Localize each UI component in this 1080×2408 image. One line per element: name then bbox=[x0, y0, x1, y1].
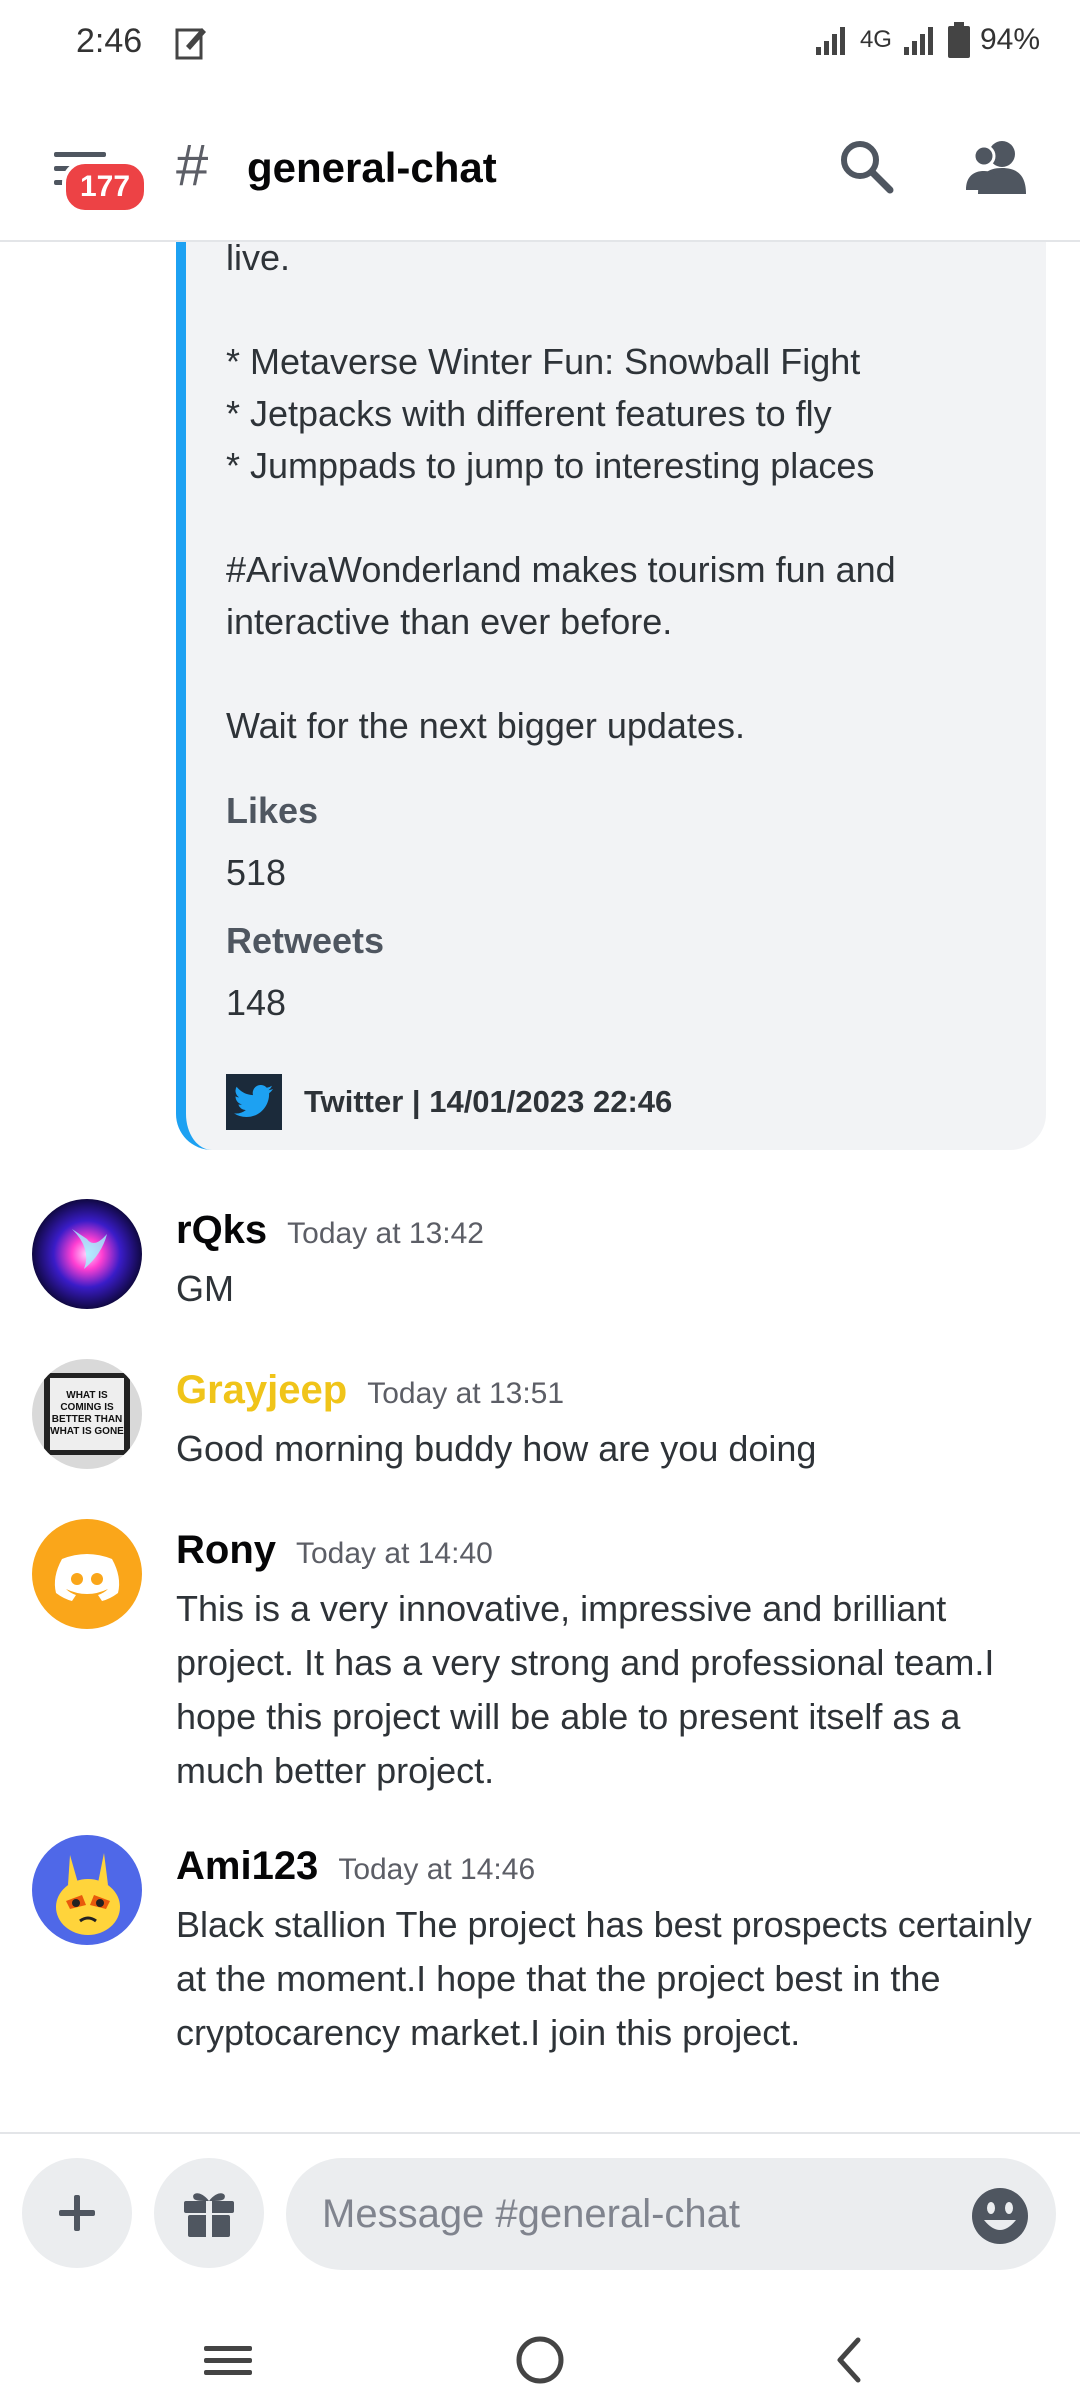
author-name[interactable]: Grayjeep bbox=[176, 1368, 347, 1413]
unread-badge: 177 bbox=[62, 160, 148, 214]
message: Rony Today at 14:40 This is a very innov… bbox=[0, 1519, 1080, 1791]
twitter-icon bbox=[226, 1074, 282, 1130]
home-icon[interactable] bbox=[510, 2330, 570, 2390]
hash-icon: # bbox=[176, 133, 209, 198]
embed-field-retweets-value: 148 bbox=[226, 982, 287, 1023]
message: Ami123 Today at 14:46 Black stallion The… bbox=[0, 1835, 1080, 2064]
embed-field-likes-value: 518 bbox=[226, 852, 287, 893]
message-text: GM bbox=[176, 1268, 234, 1309]
plus-icon bbox=[59, 2195, 95, 2231]
message-text: Black stallion The project has best pros… bbox=[176, 1904, 1032, 2053]
back-icon[interactable] bbox=[820, 2330, 880, 2390]
battery-icon bbox=[947, 22, 970, 58]
timestamp: Today at 13:51 bbox=[367, 1377, 565, 1410]
author-name[interactable]: Rony bbox=[176, 1528, 276, 1573]
avatar[interactable] bbox=[32, 1199, 142, 1309]
message-text: This is a very innovative, impressive an… bbox=[176, 1588, 995, 1791]
signal-icon bbox=[815, 27, 845, 55]
members-icon[interactable] bbox=[966, 138, 1028, 194]
timestamp: Today at 14:46 bbox=[338, 1853, 536, 1886]
emoji-icon[interactable] bbox=[970, 2186, 1030, 2246]
add-attachment-button[interactable] bbox=[22, 2158, 132, 2268]
search-icon[interactable] bbox=[838, 138, 894, 194]
channel-header: 177 # general-chat bbox=[0, 90, 1080, 242]
system-nav-bar bbox=[0, 2300, 1080, 2408]
status-indicators: 4G 94% bbox=[814, 22, 1040, 58]
author-name[interactable]: Ami123 bbox=[176, 1844, 318, 1889]
battery-level: 94% bbox=[979, 23, 1040, 56]
twitter-embed: live. * Metaverse Winter Fun: Snowball F… bbox=[176, 237, 1046, 1150]
avatar[interactable] bbox=[32, 1835, 142, 1945]
message: rQks Today at 13:42 GM bbox=[0, 1199, 1080, 1318]
channel-title[interactable]: general-chat bbox=[247, 144, 497, 192]
signal-2-icon bbox=[903, 27, 933, 55]
author-name[interactable]: rQks bbox=[176, 1208, 267, 1253]
status-bar: 2:46 4G 94% bbox=[0, 0, 1080, 90]
network-type: 4G bbox=[859, 26, 892, 53]
notes-icon bbox=[175, 28, 206, 60]
status-time: 2:46 bbox=[76, 22, 143, 60]
embed-footer-text: Twitter | 14/01/2023 22:46 bbox=[304, 1084, 673, 1119]
gift-icon bbox=[184, 2193, 234, 2237]
gift-button[interactable] bbox=[154, 2158, 264, 2268]
avatar[interactable] bbox=[32, 1519, 142, 1629]
message-input[interactable] bbox=[286, 2158, 1056, 2270]
embed-description: live. * Metaverse Winter Fun: Snowball F… bbox=[226, 237, 896, 746]
timestamp: Today at 14:40 bbox=[296, 1537, 493, 1570]
message-text: Good morning buddy how are you doing bbox=[176, 1428, 817, 1469]
embed-field-likes-name: Likes bbox=[226, 790, 319, 831]
avatar[interactable]: WHAT IS COMING IS BETTER THAN WHAT IS GO… bbox=[32, 1359, 142, 1469]
recents-icon[interactable] bbox=[198, 2330, 258, 2390]
embed-footer: Twitter | 14/01/2023 22:46 bbox=[226, 1074, 672, 1130]
avatar-sign-text: WHAT IS COMING IS BETTER THAN WHAT IS GO… bbox=[50, 1378, 124, 1450]
message: WHAT IS COMING IS BETTER THAN WHAT IS GO… bbox=[0, 1359, 1080, 1478]
timestamp: Today at 13:42 bbox=[287, 1217, 484, 1250]
message-composer bbox=[0, 2132, 1080, 2284]
embed-field-retweets-name: Retweets bbox=[226, 920, 385, 961]
